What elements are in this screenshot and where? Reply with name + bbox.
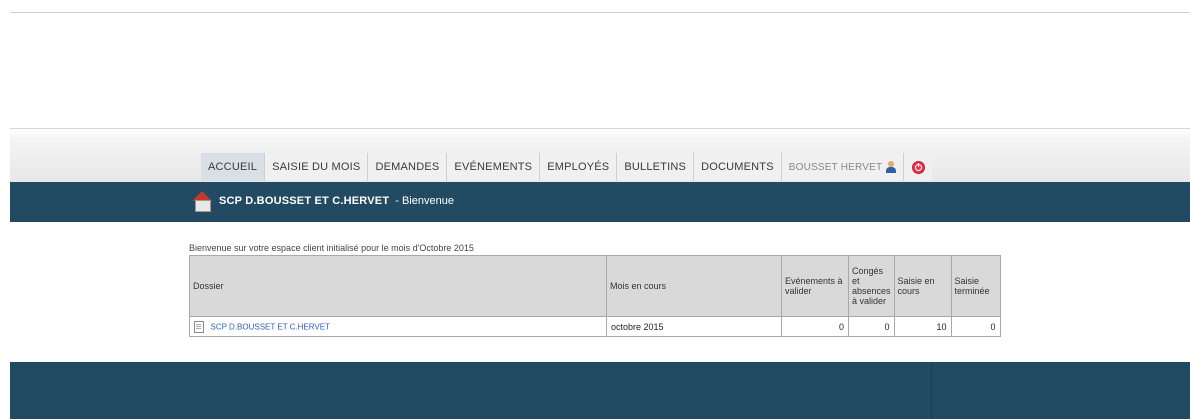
header-saisie-terminee: Saisie terminée [950,255,1001,317]
footer [10,362,1190,419]
tab-accueil[interactable]: ACCUEIL [201,153,266,181]
cell-saisie-terminee: 0 [950,316,1001,337]
tab-evenements[interactable]: EVÉNEMENTS [447,153,541,181]
brand: SCP D.BOUSSET ET C.HERVET - Bienvenue [191,190,454,212]
cell-evenements[interactable]: 0 [781,316,849,337]
header-dossier: Dossier [189,255,607,317]
cell-dossier: SCP D.BOUSSET ET C.HERVET [189,316,607,337]
tab-demandes[interactable]: DEMANDES [368,153,448,181]
tab-bulletins[interactable]: BULLETINS [617,153,695,181]
header-evenements: Evénements à valider [781,255,849,317]
tab-documents[interactable]: DOCUMENTS [694,153,782,181]
table-row: SCP D.BOUSSET ET C.HERVET octobre 2015 0… [189,316,1001,337]
house-icon [191,190,213,212]
header-conges: Congés et absences à valider [848,255,895,317]
dossier-link[interactable]: SCP D.BOUSSET ET C.HERVET [211,322,330,331]
power-icon [912,161,924,173]
cell-conges[interactable]: 0 [848,316,895,337]
footer-divider [931,362,932,419]
company-name: SCP D.BOUSSET ET C.HERVET [219,195,390,207]
main-nav: ACCUEIL SAISIE DU MOIS DEMANDES EVÉNEMEN… [201,153,933,181]
welcome-suffix: - Bienvenue [395,195,454,207]
header-mois: Mois en cours [606,255,782,317]
cell-saisie-en-cours[interactable]: 10 [893,316,952,337]
tab-saisie-du-mois[interactable]: SAISIE DU MOIS [265,153,369,181]
user-name: BOUSSET HERVET [788,161,883,173]
top-divider [10,12,1190,13]
welcome-message: Bienvenue sur votre espace client initia… [189,243,474,253]
header-saisie-en-cours: Saisie en cours [893,255,952,317]
cell-mois: octobre 2015 [606,316,782,337]
tab-employes[interactable]: EMPLOYÉS [540,153,618,181]
user-menu[interactable]: BOUSSET HERVET [781,153,905,181]
table-header-row: Dossier Mois en cours Evénements à valid… [189,255,1001,317]
dossier-table: Dossier Mois en cours Evénements à valid… [189,255,1001,337]
document-icon [194,320,204,333]
logout-button[interactable] [904,153,933,181]
user-icon [886,161,897,173]
header-banner: SCP D.BOUSSET ET C.HERVET - Bienvenue [10,182,1190,222]
